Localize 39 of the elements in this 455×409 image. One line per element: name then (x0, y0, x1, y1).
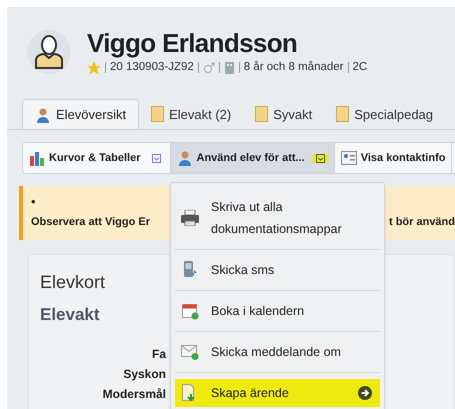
bullet: • (31, 194, 36, 210)
menu-item[interactable]: Boka i kalendern (175, 297, 380, 325)
field-label: Fa (152, 346, 166, 363)
field-label: Modersmål (102, 386, 166, 403)
card-title: Elevkort (40, 271, 106, 294)
printer-icon (181, 210, 199, 226)
student-age: 8 år och 8 månader (244, 60, 344, 75)
phone-icon (182, 261, 198, 279)
alert-text: t bör använd (388, 215, 455, 230)
menu-item[interactable]: Skriva ut alla dokumentationsmappar (175, 193, 380, 243)
toolbar-button[interactable]: Visa kontaktinfo (334, 143, 452, 174)
arrow-icon (358, 386, 372, 400)
student-class: 2C (352, 60, 368, 75)
folder-icon (255, 106, 268, 122)
toolbar-button[interactable]: Använd elev för att... (170, 143, 335, 174)
envelope-icon (181, 344, 199, 360)
menu-item[interactable]: Skapa ärende (175, 379, 380, 407)
menu-item[interactable]: Skicka meddelande om (175, 338, 380, 366)
field-label: Syskon (123, 366, 166, 383)
contact-card-icon (340, 151, 357, 166)
bar-chart-icon (29, 150, 45, 166)
tab[interactable]: Specialpedag (324, 99, 446, 130)
person-icon (35, 106, 51, 123)
tab[interactable]: Elevakt (2) (139, 99, 244, 130)
folder-icon (151, 106, 164, 122)
gender-icon (202, 62, 215, 74)
person-icon (34, 34, 64, 69)
student-name: Viggo Erlandsson (87, 27, 298, 59)
tab[interactable]: Syvakt (243, 99, 324, 130)
calendar-icon (182, 302, 198, 320)
toolbar-button[interactable]: Kurvor & Tabeller (23, 143, 170, 174)
menu-item[interactable]: Skicka sms (175, 256, 380, 284)
person-icon (176, 150, 192, 166)
alert-text: Observera att Viggo Er (31, 215, 150, 230)
student-id: 20 130903-JZ92 (110, 60, 194, 75)
tab[interactable]: Elevöversikt (22, 99, 140, 130)
folder-icon (336, 106, 350, 122)
building-icon (224, 61, 235, 74)
section-title: Elevakt (40, 304, 100, 326)
